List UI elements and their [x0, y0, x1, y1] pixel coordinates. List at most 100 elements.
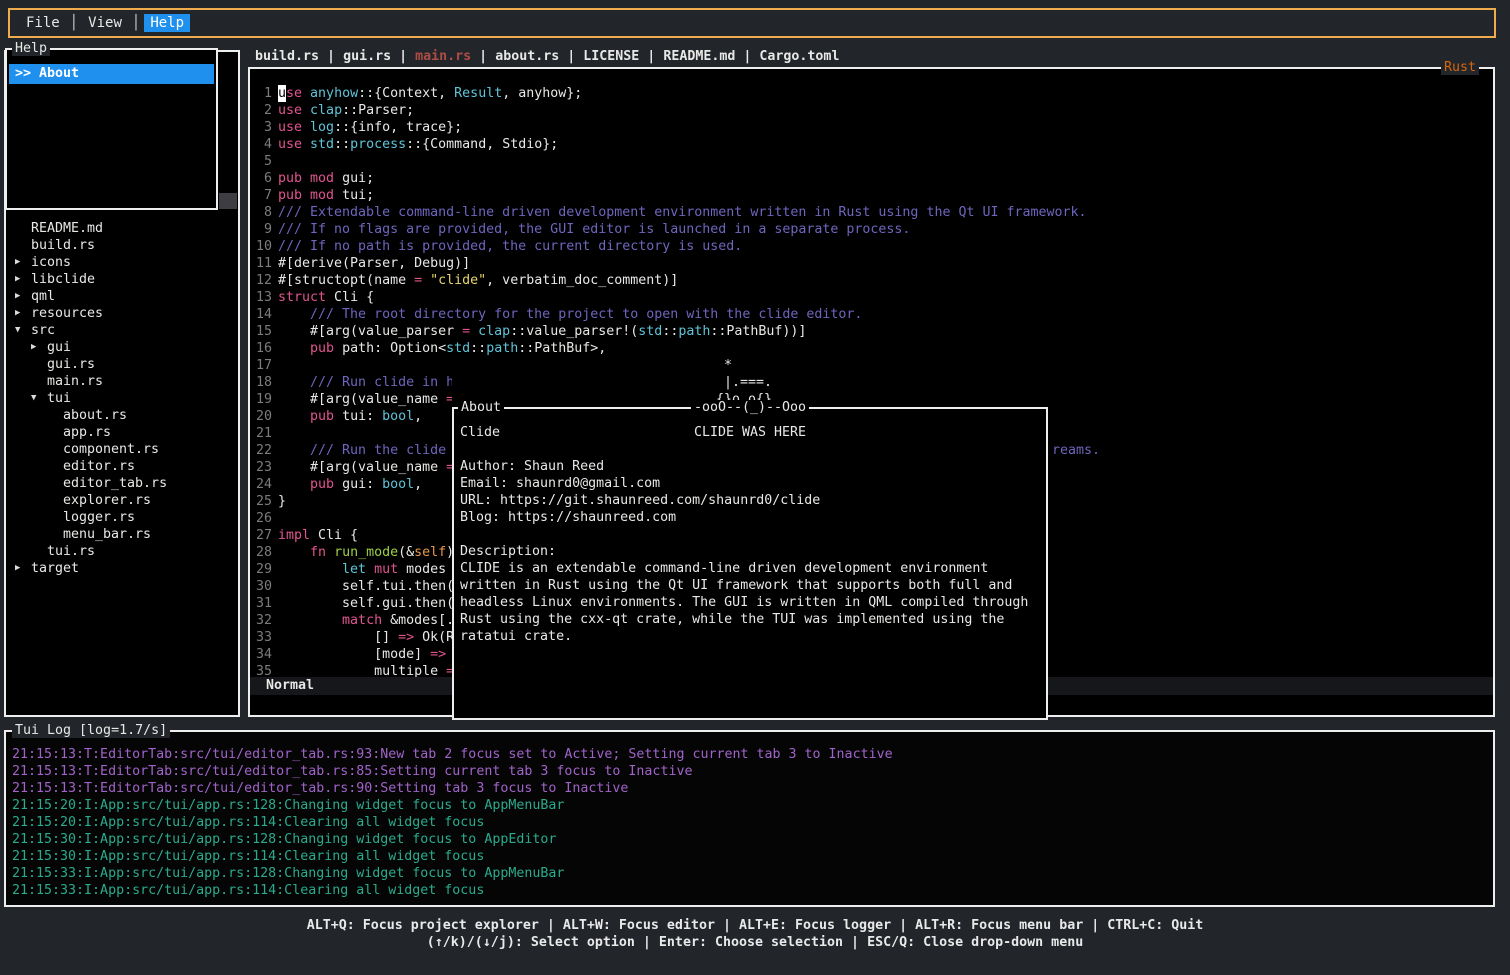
code-line: 10 /// If no path is provided, the curren…	[252, 238, 1087, 255]
tree-item-readme-md[interactable]: README.md	[6, 220, 236, 237]
line-number: 5	[252, 153, 272, 170]
tab-main-rs[interactable]: main.rs	[415, 49, 471, 64]
code-token: self.tui.then(	[278, 578, 454, 595]
tree-item-app-rs[interactable]: app.rs	[6, 424, 236, 441]
code-token: std	[310, 136, 334, 153]
line-number: 18	[252, 374, 272, 391]
tree-item-gui-rs[interactable]: gui.rs	[6, 356, 236, 373]
tab-license[interactable]: LICENSE	[583, 49, 639, 64]
code-token: self	[414, 544, 446, 561]
code-token	[278, 561, 342, 578]
code-token: use	[278, 119, 302, 136]
menu-item-help[interactable]: Help	[144, 14, 190, 32]
line-number: 17	[252, 357, 272, 374]
log-line: 21:15:13:T:EditorTab:src/tui/editor_tab.…	[12, 780, 893, 797]
code-token: /// Run the clide	[278, 442, 454, 459]
tab-about-rs[interactable]: about.rs	[495, 49, 559, 64]
tree-item-tui[interactable]: ▼tui	[6, 390, 236, 407]
scrollbar-thumb[interactable]	[219, 193, 237, 209]
chevron-right-icon: ▶	[31, 339, 47, 356]
tree-item-label: tui.rs	[47, 543, 95, 560]
tree-item-label: README.md	[31, 220, 103, 237]
code-token: /// Run clide in h	[278, 374, 454, 391]
tree-item-main-rs[interactable]: main.rs	[6, 373, 236, 390]
line-number: 19	[252, 391, 272, 408]
line-number: 34	[252, 646, 272, 663]
tree-item-component-rs[interactable]: component.rs	[6, 441, 236, 458]
log-title: Tui Log [log=1.7/s]	[12, 723, 170, 738]
line-number: 10	[252, 238, 272, 255]
tree-item-qml[interactable]: ▶qml	[6, 288, 236, 305]
tree-item-editor-tab-rs[interactable]: editor_tab.rs	[6, 475, 236, 492]
dropdown-item-about[interactable]: >> About	[9, 64, 214, 84]
code-line: 4use std::process::{Command, Stdio};	[252, 136, 1087, 153]
log-line: 21:15:13:T:EditorTab:src/tui/editor_tab.…	[12, 763, 893, 780]
code-token: Cli {	[326, 289, 374, 306]
code-line: 8/// Extendable command-line driven deve…	[252, 204, 1087, 221]
line-number: 15	[252, 323, 272, 340]
tree-item-label: build.rs	[31, 237, 95, 254]
menu-bar: File│View│Help	[8, 8, 1496, 38]
tree-item-libclide[interactable]: ▶libclide	[6, 271, 236, 288]
code-token: match	[342, 612, 382, 629]
line-number: 7	[252, 187, 272, 204]
code-token: clap	[310, 102, 342, 119]
tree-item-label: about.rs	[63, 407, 127, 424]
tab-readme-md[interactable]: README.md	[663, 49, 735, 64]
line-number: 30	[252, 578, 272, 595]
line-number: 13	[252, 289, 272, 306]
code-line: 13 struct Cli {	[252, 289, 1087, 306]
code-line: 3use log::{info, trace};	[252, 119, 1087, 136]
code-token: /// If no path is provided, the current …	[278, 238, 742, 255]
tree-item-icons[interactable]: ▶icons	[6, 254, 236, 271]
code-token: }	[278, 493, 286, 510]
tab-gui-rs[interactable]: gui.rs	[343, 49, 391, 64]
code-token: se	[286, 85, 302, 102]
code-token: struct	[278, 289, 326, 306]
line-number: 14	[252, 306, 272, 323]
line-number: 11	[252, 255, 272, 272]
tree-item-src[interactable]: ▼src	[6, 322, 236, 339]
tree-item-target[interactable]: ▶target	[6, 560, 236, 577]
code-token: pub	[310, 340, 334, 357]
tree-item-label: icons	[31, 254, 71, 271]
code-line: 12#[structopt(name = "clide", verbatim_d…	[252, 272, 1087, 289]
tab-separator: |	[647, 49, 655, 64]
tree-item-editor-rs[interactable]: editor.rs	[6, 458, 236, 475]
tree-item-label: editor.rs	[63, 458, 135, 475]
tab-build-rs[interactable]: build.rs	[255, 49, 319, 64]
code-token: impl	[278, 527, 310, 544]
tree-item-label: app.rs	[63, 424, 111, 441]
tab-cargo-toml[interactable]: Cargo.toml	[759, 49, 839, 64]
log-line: 21:15:30:I:App:src/tui/app.rs:128:Changi…	[12, 831, 893, 848]
tree-item-gui[interactable]: ▶gui	[6, 339, 236, 356]
tree-item-menu-bar-rs[interactable]: menu_bar.rs	[6, 526, 236, 543]
code-line: 14 /// The root directory for the projec…	[252, 306, 1087, 323]
line-number: 22	[252, 442, 272, 459]
code-token: ::	[334, 136, 350, 153]
tree-item-build-rs[interactable]: build.rs	[6, 237, 236, 254]
code-token: anyhow	[310, 85, 358, 102]
code-token: =>	[430, 646, 446, 663]
code-token: ::value_parser!(	[510, 323, 638, 340]
code-line: 15 #[arg(value_parser = clap::value_pars…	[252, 323, 1087, 340]
tree-item-label: target	[31, 560, 79, 577]
tab-separator: |	[479, 49, 487, 64]
line-number: 29	[252, 561, 272, 578]
line-number: 8	[252, 204, 272, 221]
chevron-down-icon: ▼	[15, 322, 31, 339]
tree-item-about-rs[interactable]: about.rs	[6, 407, 236, 424]
code-token	[278, 476, 310, 493]
code-token: u	[278, 85, 286, 102]
tree-item-logger-rs[interactable]: logger.rs	[6, 509, 236, 526]
log-line: 21:15:20:I:App:src/tui/app.rs:114:Cleari…	[12, 814, 893, 831]
code-token: self.gui.then(	[278, 595, 454, 612]
tree-item-resources[interactable]: ▶resources	[6, 305, 236, 322]
code-token: Result	[454, 85, 502, 102]
menu-item-view[interactable]: View	[82, 14, 128, 32]
code-token: tui:	[334, 408, 382, 425]
tree-item-tui-rs[interactable]: tui.rs	[6, 543, 236, 560]
tree-item-explorer-rs[interactable]: explorer.rs	[6, 492, 236, 509]
menu-item-file[interactable]: File	[20, 14, 66, 32]
tree-item-label: libclide	[31, 271, 95, 288]
